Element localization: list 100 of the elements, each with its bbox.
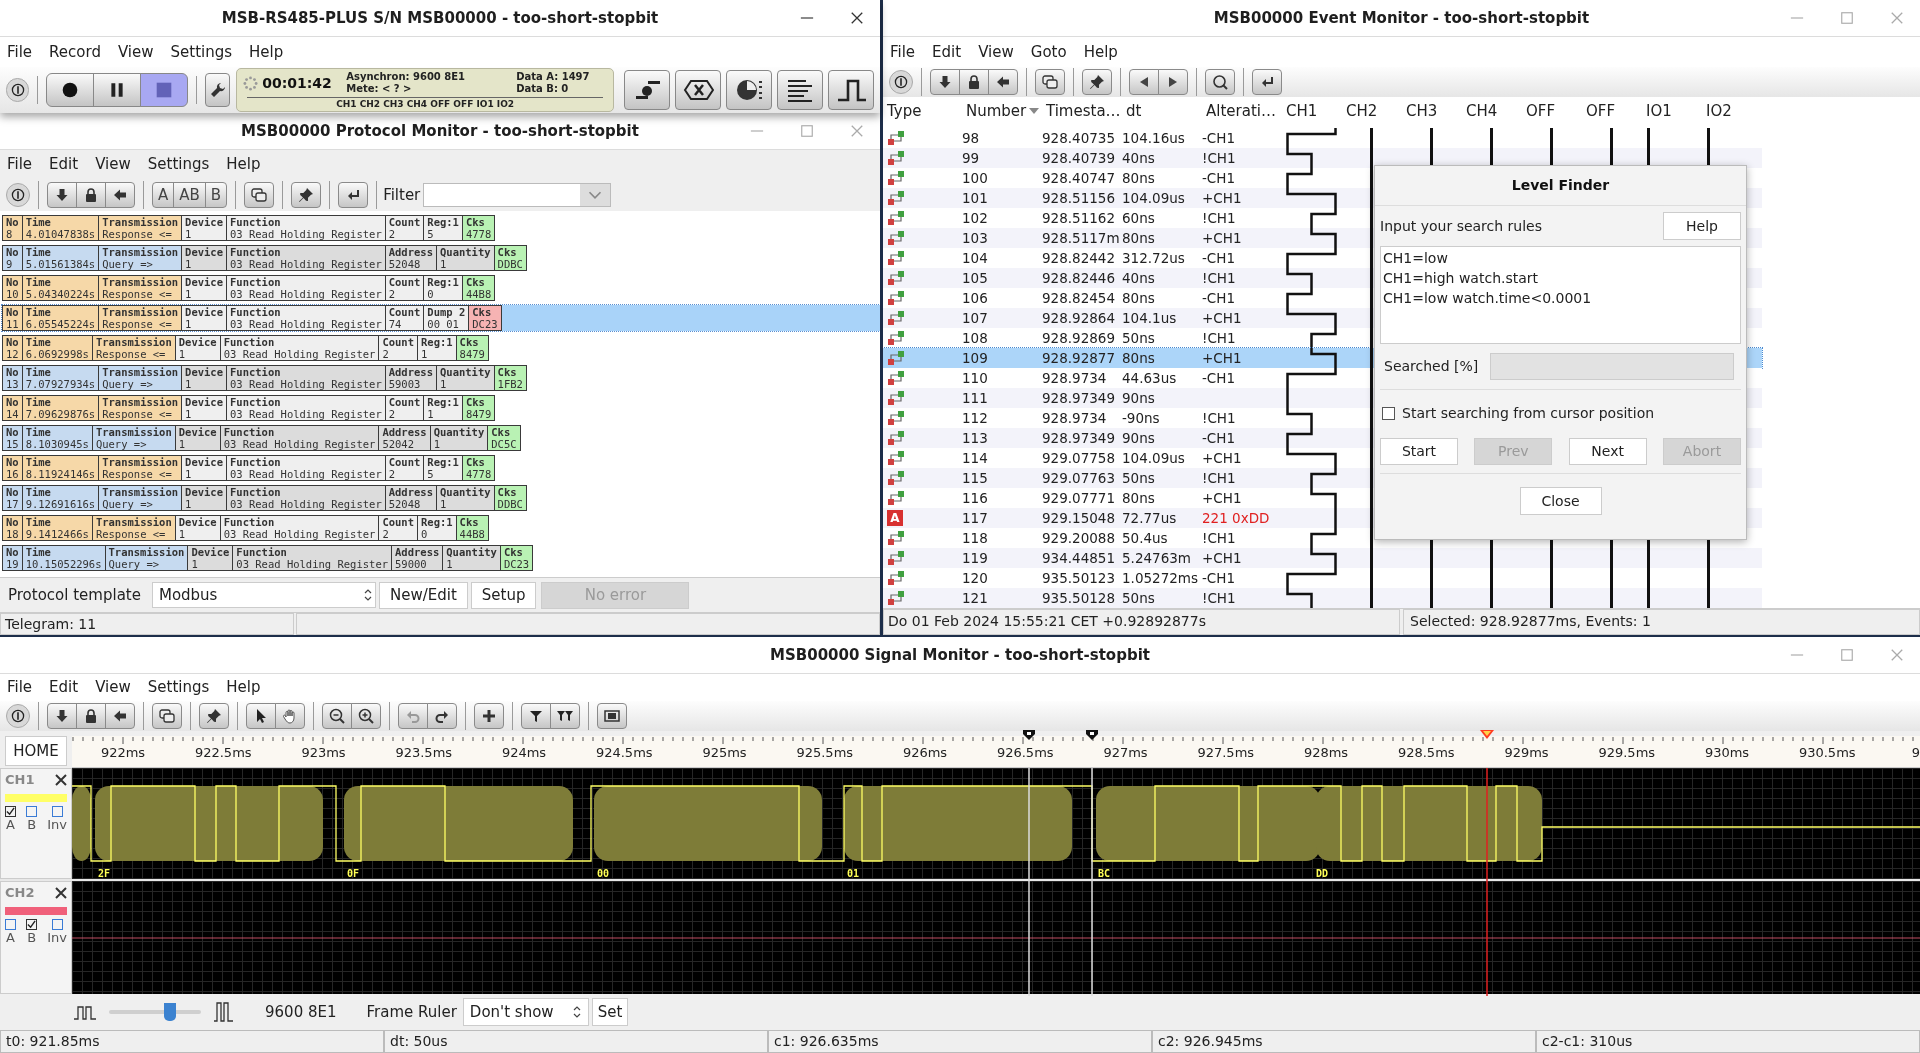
- toolbar-button[interactable]: [675, 70, 721, 110]
- menu-item[interactable]: Settings: [147, 676, 210, 699]
- toolbar-button[interactable]: [47, 703, 77, 729]
- view-button[interactable]: AB: [173, 182, 206, 208]
- menu-item[interactable]: File: [7, 153, 33, 176]
- toolbar-button[interactable]: [105, 182, 135, 208]
- menu-item[interactable]: Help: [226, 153, 261, 176]
- push-button[interactable]: Setup: [470, 581, 537, 609]
- checkbox[interactable]: [51, 918, 63, 930]
- menu-item[interactable]: Help: [1083, 40, 1118, 64]
- column-header[interactable]: CH1: [1282, 99, 1318, 123]
- push-button[interactable]: Next: [1568, 438, 1647, 465]
- toolbar-button[interactable]: [930, 69, 960, 95]
- toolbar-button[interactable]: [726, 70, 772, 110]
- column-header[interactable]: Alterati…: [1202, 99, 1276, 123]
- toolbar-button[interactable]: [244, 182, 275, 208]
- column-header[interactable]: Timesta…: [1042, 99, 1121, 123]
- checkbox[interactable]: [26, 805, 38, 817]
- toolbar-button[interactable]: [76, 703, 106, 729]
- toolbar-button[interactable]: [199, 703, 229, 729]
- view-button[interactable]: A: [152, 182, 175, 208]
- menu-item[interactable]: Goto: [1030, 40, 1067, 64]
- power-button[interactable]: [889, 70, 913, 94]
- column-header[interactable]: OFF: [1522, 99, 1556, 123]
- close-icon[interactable]: [55, 773, 67, 786]
- power-button[interactable]: [6, 183, 30, 207]
- template-select[interactable]: Modbus: [151, 582, 376, 608]
- push-button[interactable]: New/Edit: [378, 581, 468, 609]
- toolbar-button[interactable]: [1082, 69, 1112, 95]
- toolbar-button[interactable]: [427, 703, 457, 729]
- checkbox[interactable]: [1382, 406, 1395, 420]
- menu-item[interactable]: Record: [49, 40, 101, 64]
- menu-item[interactable]: Settings: [147, 153, 210, 176]
- telegram-row[interactable]: No 18 Time 9.1412466s Transmission Response <= Device 1 Function 03 Read Holding Register Count 2 Reg:1 0 Cks 44B8: [2, 515, 880, 541]
- close-button[interactable]: Close: [1519, 487, 1602, 515]
- close-icon[interactable]: [850, 11, 864, 25]
- toolbar-button[interactable]: [521, 703, 551, 729]
- toolbar-button[interactable]: [777, 70, 823, 110]
- toolbar-button[interactable]: [624, 70, 670, 110]
- menu-item[interactable]: View: [95, 676, 131, 699]
- column-header[interactable]: CH2: [1342, 99, 1378, 123]
- help-button[interactable]: Help: [1663, 212, 1741, 240]
- transport-button[interactable]: [46, 73, 95, 107]
- toolbar-button[interactable]: [1252, 69, 1282, 95]
- column-header[interactable]: IO1: [1642, 99, 1672, 123]
- menu-item[interactable]: File: [7, 676, 33, 699]
- toolbar-button[interactable]: [597, 703, 627, 729]
- toolbar-button[interactable]: [1035, 69, 1065, 95]
- frame-ruler-select[interactable]: Don't show: [462, 998, 589, 1026]
- checkbox[interactable]: [5, 918, 16, 930]
- home-button[interactable]: HOME: [5, 736, 67, 766]
- close-icon[interactable]: [55, 886, 67, 899]
- telegram-row[interactable]: No 17 Time 9.12691616s Transmission Query => Device 1 Function 03 Read Holding Register Address 52048 Quantity 1 Cks DDBC: [2, 485, 880, 511]
- toolbar-button[interactable]: [1129, 69, 1159, 95]
- event-row[interactable]: 119 934.44851 5.24763m +CH1: [883, 548, 1762, 568]
- toolbar-button[interactable]: [105, 703, 135, 729]
- toolbar-button[interactable]: [1158, 69, 1188, 95]
- telegram-row[interactable]: No 9 Time 5.01561384s Transmission Query => Device 1 Function 03 Read Holding Register Address 52048 Quantity 1 Cks DDBC: [2, 245, 880, 271]
- toolbar-button[interactable]: [246, 703, 276, 729]
- column-header[interactable]: CH3: [1402, 99, 1438, 123]
- toolbar-button[interactable]: [1205, 69, 1235, 95]
- menu-item[interactable]: Help: [226, 676, 261, 699]
- menu-item[interactable]: File: [890, 40, 916, 64]
- checkbox[interactable]: [26, 918, 38, 930]
- menu-item[interactable]: View: [95, 153, 131, 176]
- checkbox[interactable]: [51, 805, 63, 817]
- telegram-row[interactable]: No 12 Time 6.0692998s Transmission Response <= Device 1 Function 03 Read Holding Register Count 2 Reg:1 1 Cks 8479: [2, 335, 880, 361]
- event-row[interactable]: 99 928.40739 40ns !CH1: [883, 148, 1762, 168]
- telegram-row[interactable]: No 11 Time 6.05545224s Transmission Response <= Device 1 Function 03 Read Holding Register Count 74 Dump 2 00 01 Cks DC23: [2, 305, 880, 331]
- menu-item[interactable]: View: [117, 40, 154, 64]
- set-button[interactable]: Set: [591, 998, 629, 1026]
- push-button[interactable]: Start: [1380, 438, 1458, 465]
- toolbar-button[interactable]: [322, 703, 352, 729]
- telegram-row[interactable]: No 16 Time 8.11924146s Transmission Response <= Device 1 Function 03 Read Holding Register Count 2 Reg:1 5 Cks 4778: [2, 455, 880, 481]
- toolbar-button[interactable]: [828, 70, 874, 110]
- column-header[interactable]: Number: [962, 99, 1040, 123]
- toolbar-button[interactable]: [76, 182, 106, 208]
- power-button[interactable]: [6, 704, 30, 728]
- column-header[interactable]: OFF: [1582, 99, 1616, 123]
- telegram-row[interactable]: No 13 Time 7.07927934s Transmission Query => Device 1 Function 03 Read Holding Register Address 59003 Quantity 1 Cks 1FB2: [2, 365, 880, 391]
- menu-item[interactable]: Settings: [170, 40, 233, 64]
- menu-item[interactable]: Edit: [49, 153, 79, 176]
- telegram-row[interactable]: No 14 Time 7.09629876s Transmission Response <= Device 1 Function 03 Read Holding Register Count 2 Reg:1 1 Cks 8479: [2, 395, 880, 421]
- menu-item[interactable]: File: [7, 40, 33, 64]
- toolbar-button[interactable]: [291, 182, 322, 208]
- toolbar-button[interactable]: [474, 703, 504, 729]
- toolbar-button[interactable]: [47, 182, 77, 208]
- telegram-row[interactable]: No 15 Time 8.1030945s Transmission Query => Device 1 Function 03 Read Holding Register Address 52042 Quantity 1 Cks DC5C: [2, 425, 880, 451]
- toolbar-button[interactable]: [152, 703, 182, 729]
- column-header[interactable]: Type: [883, 99, 922, 123]
- toolbar-button[interactable]: [338, 182, 369, 208]
- transport-button[interactable]: [93, 73, 142, 107]
- toolbar-button[interactable]: [550, 703, 580, 729]
- toolbar-button[interactable]: [351, 703, 381, 729]
- column-header[interactable]: dt: [1122, 99, 1142, 123]
- menu-item[interactable]: Edit: [49, 676, 79, 699]
- toolbar-button[interactable]: [959, 69, 989, 95]
- view-button[interactable]: B: [204, 182, 228, 208]
- event-row[interactable]: 121 935.50128 50ns !CH1: [883, 588, 1762, 608]
- power-button[interactable]: [6, 78, 30, 102]
